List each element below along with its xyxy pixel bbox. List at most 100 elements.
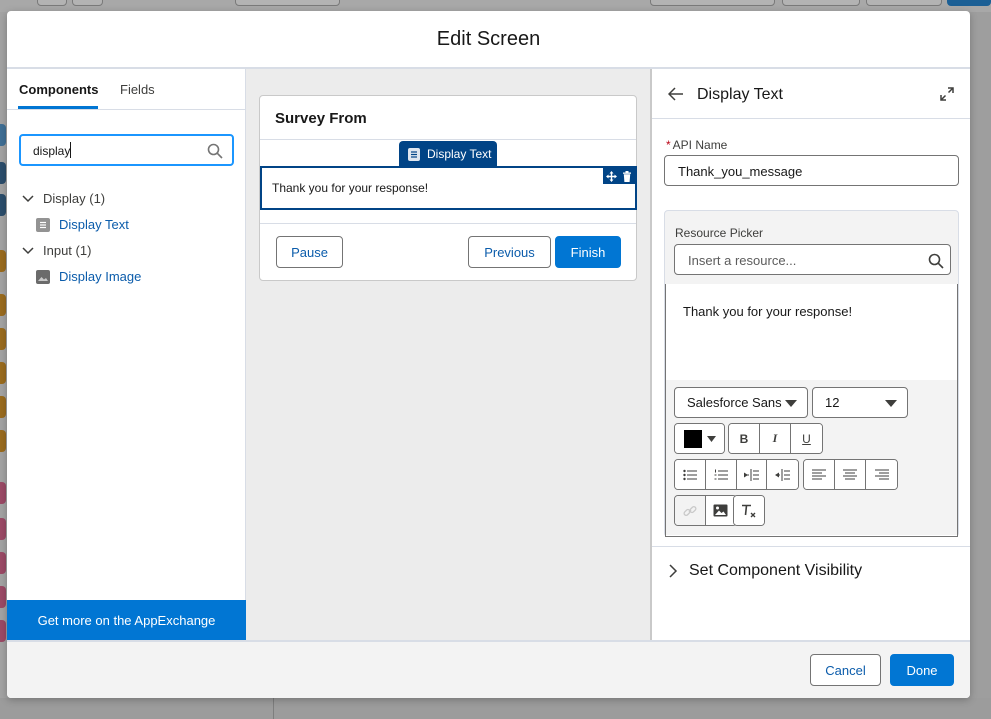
tree-group-label: Input (1) <box>43 243 92 258</box>
modal-footer: Cancel Done <box>7 640 970 698</box>
background-chip <box>0 552 6 574</box>
resource-picker-label: Resource Picker <box>675 226 764 240</box>
properties-panel: Display Text * API Name Thank_you_message… <box>650 69 970 640</box>
background-button <box>947 0 991 6</box>
tree-group-label: Display (1) <box>43 191 106 206</box>
components-panel: Components Fields display Display (1) Di… <box>7 69 246 640</box>
font-size-select[interactable]: 12 <box>812 387 908 418</box>
align-right-icon <box>874 469 889 480</box>
format-group: B I U <box>728 423 823 454</box>
resource-picker-input[interactable]: Insert a resource... <box>674 244 951 275</box>
previous-button[interactable]: Previous <box>468 236 551 268</box>
search-icon[interactable] <box>207 143 223 159</box>
background-chip <box>0 586 6 608</box>
clear-formatting-button[interactable] <box>734 496 764 525</box>
align-group <box>803 459 898 490</box>
image-icon <box>36 269 50 284</box>
clear-formatting-icon <box>742 504 756 517</box>
finish-button[interactable]: Finish <box>555 236 621 268</box>
text-color-button[interactable] <box>675 424 724 453</box>
align-left-button[interactable] <box>804 460 835 489</box>
background-button <box>235 0 340 6</box>
tree-group-display[interactable]: Display (1) <box>21 191 105 206</box>
insert-group <box>674 495 737 526</box>
list-indent-group <box>674 459 799 490</box>
api-name-input[interactable]: Thank_you_message <box>664 155 959 186</box>
pause-button[interactable]: Pause <box>276 236 343 268</box>
required-marker: * <box>666 138 671 152</box>
text-cursor <box>70 142 71 158</box>
background-chip <box>0 396 6 418</box>
underline-button[interactable]: U <box>791 424 822 453</box>
background-button <box>72 0 103 6</box>
caret-down-icon <box>885 400 897 407</box>
image-icon <box>713 504 728 517</box>
rich-text-toolbar: Salesforce Sans 12 B I U <box>666 380 957 535</box>
rich-text-editor: Thank you for your response! Salesforce … <box>665 284 958 537</box>
tab-fields[interactable]: Fields <box>120 82 155 97</box>
divider <box>260 139 636 140</box>
background-button <box>650 0 775 6</box>
component-search-input[interactable]: display <box>19 134 234 166</box>
resource-picker-placeholder: Insert a resource... <box>688 253 797 268</box>
chevron-right-icon <box>669 563 678 578</box>
back-arrow-icon[interactable] <box>668 87 684 101</box>
rich-text-content[interactable]: Thank you for your response! <box>666 284 957 380</box>
bullet-list-icon <box>683 469 697 480</box>
background-chip <box>0 362 6 384</box>
display-text-icon <box>36 217 50 232</box>
chevron-down-icon <box>22 246 34 254</box>
properties-title: Display Text <box>697 86 783 103</box>
component-text: Thank you for your response! <box>272 181 429 195</box>
insert-image-button[interactable] <box>705 496 736 525</box>
background-chip <box>0 250 6 272</box>
move-icon[interactable] <box>605 170 617 182</box>
panel-tabs: Components Fields <box>7 69 246 110</box>
cancel-button[interactable]: Cancel <box>810 654 881 686</box>
background-chip <box>0 294 6 316</box>
outdent-icon <box>775 468 791 481</box>
link-button[interactable] <box>675 496 706 525</box>
screen-title: Survey From <box>275 110 367 127</box>
font-family-value: Salesforce Sans <box>687 395 782 410</box>
align-right-button[interactable] <box>866 460 897 489</box>
background-button <box>782 0 860 6</box>
component-display-text[interactable]: Display Text <box>36 217 129 232</box>
background-chip <box>0 482 6 504</box>
editor-text: Thank you for your response! <box>683 304 853 319</box>
api-name-label: * API Name <box>666 138 727 152</box>
bullet-list-button[interactable] <box>675 460 706 489</box>
appexchange-link[interactable]: Get more on the AppExchange <box>7 600 246 640</box>
expand-icon[interactable] <box>940 87 954 101</box>
outdent-button[interactable] <box>767 460 798 489</box>
delete-icon[interactable] <box>622 170 632 182</box>
screen-canvas: Survey From Display Text Thank you for y… <box>246 69 650 640</box>
component-display-image[interactable]: Display Image <box>36 269 141 284</box>
numbered-list-button[interactable] <box>705 460 737 489</box>
display-text-icon <box>408 147 420 161</box>
selected-display-text-component[interactable]: Thank you for your response! <box>260 166 637 210</box>
link-icon <box>683 505 697 516</box>
font-size-value: 12 <box>825 395 840 410</box>
align-center-icon <box>843 469 857 480</box>
caret-down-icon <box>785 400 797 407</box>
italic-button[interactable]: I <box>760 424 791 453</box>
component-label: Display Image <box>59 269 142 284</box>
align-center-button[interactable] <box>835 460 866 489</box>
numbered-list-icon <box>714 469 728 479</box>
indent-icon <box>743 468 759 481</box>
active-tab-indicator <box>18 106 98 109</box>
search-value: display <box>33 144 71 158</box>
tree-group-input[interactable]: Input (1) <box>21 243 91 258</box>
tab-components[interactable]: Components <box>19 82 98 97</box>
background-button <box>37 0 67 6</box>
text-color-picker[interactable] <box>674 423 725 454</box>
search-icon <box>928 253 944 269</box>
bold-button[interactable]: B <box>729 424 760 453</box>
set-component-visibility-section[interactable]: Set Component Visibility <box>652 546 970 594</box>
section-label: Set Component Visibility <box>689 561 863 579</box>
done-button[interactable]: Done <box>890 654 954 686</box>
indent-button[interactable] <box>736 460 768 489</box>
background-divider <box>273 698 274 719</box>
font-family-select[interactable]: Salesforce Sans <box>674 387 808 418</box>
